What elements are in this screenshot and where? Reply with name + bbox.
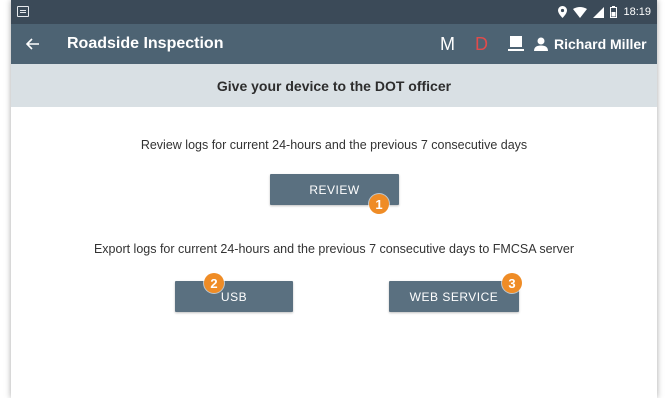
web-service-step-badge: 3 bbox=[502, 273, 522, 293]
screenshot-icon bbox=[17, 6, 29, 17]
app-bar: Roadside Inspection M D Richard Miller bbox=[11, 24, 657, 64]
status-icons: 18:19 bbox=[558, 4, 651, 20]
page-title: Roadside Inspection bbox=[67, 35, 224, 52]
status-d-indicator[interactable]: D bbox=[475, 33, 488, 55]
clock: 18:19 bbox=[623, 6, 651, 18]
wifi-icon bbox=[573, 6, 588, 18]
device-icon[interactable] bbox=[508, 35, 524, 53]
usb-button[interactable]: USB bbox=[175, 281, 293, 312]
app-window: 18:19 Roadside Inspection M D Richard Mi… bbox=[11, 0, 657, 398]
review-description: Review logs for current 24-hours and the… bbox=[140, 138, 528, 152]
web-service-button-label: WEB SERVICE bbox=[409, 289, 499, 304]
status-m-indicator[interactable]: M bbox=[440, 33, 455, 55]
location-icon bbox=[558, 6, 568, 18]
user-menu[interactable]: Richard Miller bbox=[534, 34, 647, 54]
banner-text: Give your device to the DOT officer bbox=[216, 77, 452, 94]
export-description: Export logs for current 24-hours and the… bbox=[93, 242, 575, 256]
back-arrow-icon[interactable] bbox=[23, 34, 43, 54]
review-step-badge: 1 bbox=[369, 194, 389, 214]
user-icon bbox=[534, 37, 548, 51]
usb-button-label: USB bbox=[220, 289, 248, 304]
battery-icon bbox=[610, 6, 618, 18]
signal-icon bbox=[593, 6, 605, 18]
status-bar: 18:19 bbox=[11, 0, 657, 24]
usb-step-badge: 2 bbox=[204, 273, 224, 293]
review-button-label: REVIEW bbox=[309, 182, 360, 197]
web-service-button[interactable]: WEB SERVICE bbox=[389, 281, 519, 312]
user-name: Richard Miller bbox=[554, 36, 647, 52]
instruction-banner: Give your device to the DOT officer bbox=[11, 64, 657, 107]
